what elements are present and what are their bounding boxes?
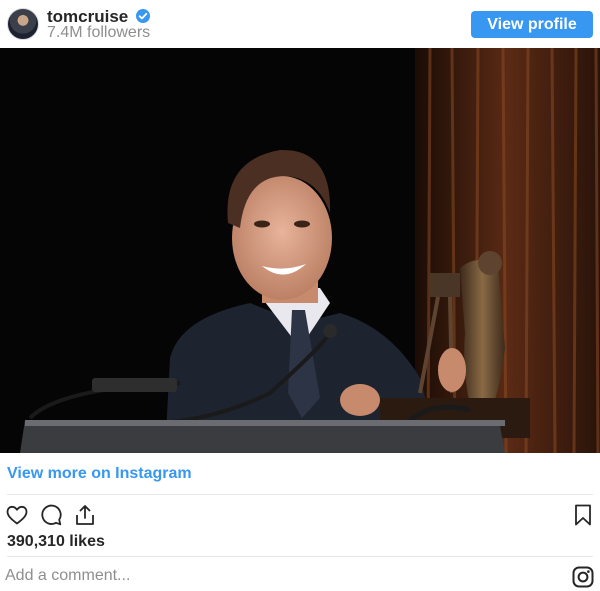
verified-badge-icon <box>136 9 150 23</box>
heart-icon[interactable] <box>5 503 29 527</box>
divider <box>7 556 593 557</box>
likes-count: 390,310 likes <box>7 533 105 550</box>
bookmark-icon[interactable] <box>571 503 595 527</box>
view-profile-button[interactable]: View profile <box>471 11 593 38</box>
view-more-link[interactable]: View more on Instagram <box>7 465 192 483</box>
post-header: tomcruise 7.4M followers View profile <box>0 0 600 48</box>
followers-count: 7.4M followers <box>47 24 151 41</box>
avatar[interactable] <box>7 8 39 40</box>
divider <box>7 494 593 495</box>
comment-input[interactable] <box>5 563 545 589</box>
share-icon[interactable] <box>73 503 97 527</box>
instagram-icon[interactable] <box>572 566 594 588</box>
post-image[interactable] <box>0 48 600 453</box>
comment-icon[interactable] <box>39 503 63 527</box>
